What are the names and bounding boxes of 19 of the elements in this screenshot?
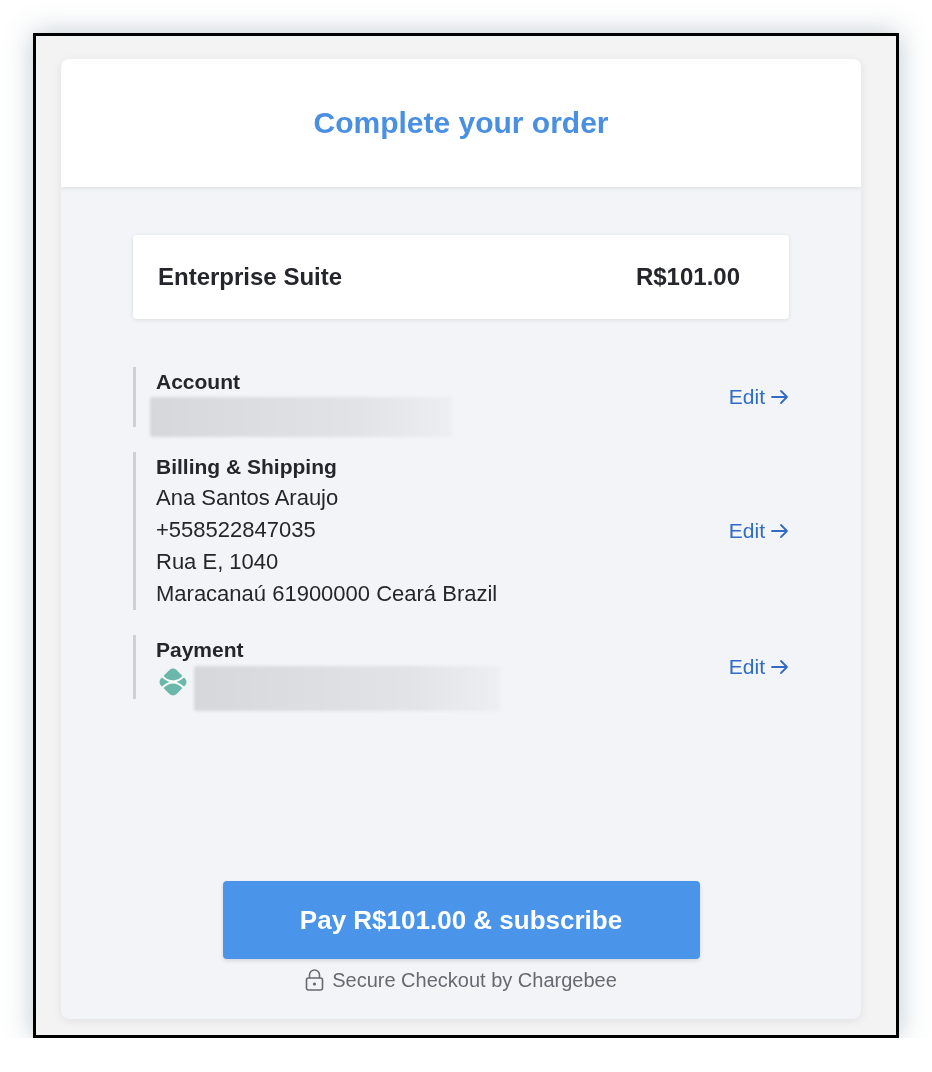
arrow-right-icon	[771, 523, 789, 539]
section-title: Account	[156, 369, 241, 395]
detail-text: Ana Santos Araujo	[156, 484, 340, 512]
edit-link[interactable]: Edit	[728, 515, 789, 547]
product-name: Enterprise Suite	[158, 262, 343, 292]
detail-text: +558522847035	[156, 516, 317, 544]
lock-icon	[305, 969, 325, 991]
page-title: Complete your order	[313, 105, 609, 141]
detail-text: Maracanaú 61900000 Ceará Brazil	[156, 580, 498, 608]
section-title: Billing & Shipping	[156, 454, 338, 480]
product-price: R$101.00	[635, 262, 740, 292]
pay-button[interactable]: Pay R$101.00 & subscribe	[222, 881, 700, 959]
edit-link[interactable]: Edit	[728, 381, 789, 413]
edit-link[interactable]: Edit	[728, 651, 789, 683]
arrow-right-icon	[771, 389, 789, 405]
detail-text: Rua E, 1040	[156, 548, 280, 576]
arrow-right-icon	[771, 659, 789, 675]
section-title: Payment	[156, 637, 245, 663]
secure-checkout-note: Secure Checkout by Chargebee	[332, 968, 617, 992]
